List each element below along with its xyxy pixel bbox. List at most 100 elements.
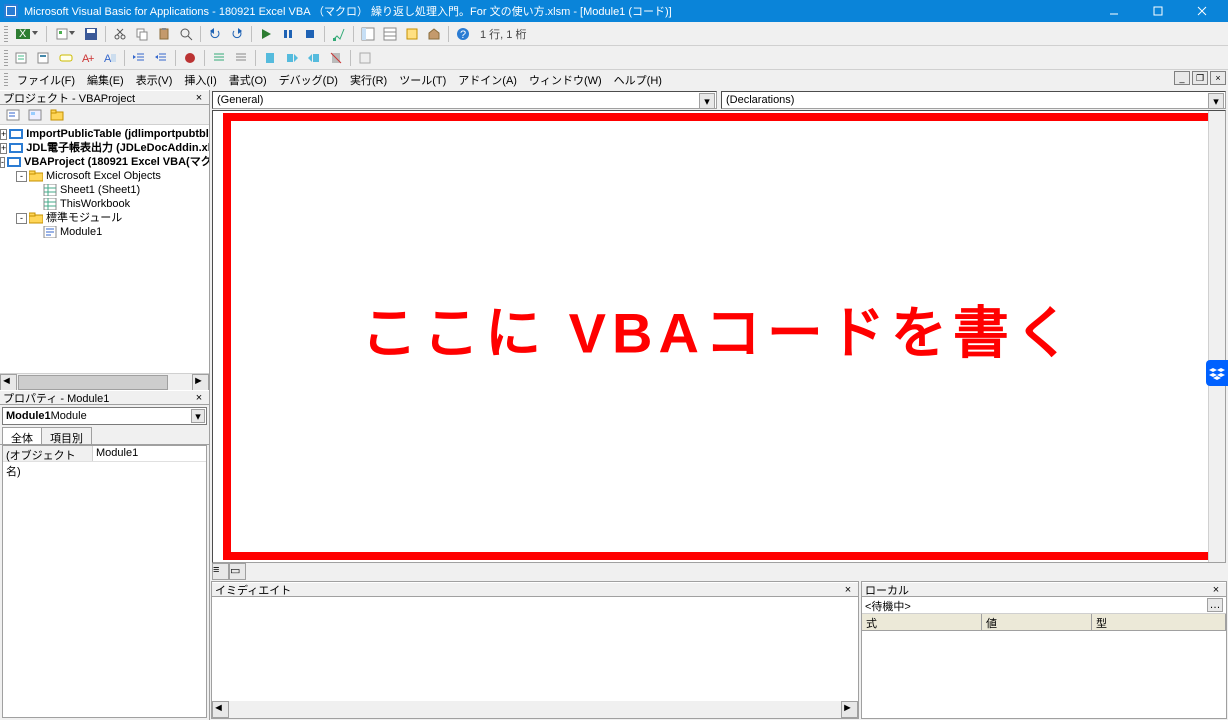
menu-insert[interactable]: 挿入(I) <box>178 70 222 90</box>
menu-tools[interactable]: ツール(T) <box>393 70 452 90</box>
project-tree-item[interactable]: -Microsoft Excel Objects <box>0 169 209 183</box>
mdi-minimize-button[interactable]: _ <box>1174 71 1190 85</box>
properties-grid[interactable]: (オブジェクト名)Module1 <box>2 445 207 718</box>
chevron-down-icon[interactable]: ▾ <box>699 93 715 109</box>
toolbar-grip[interactable] <box>4 26 8 42</box>
menu-debug[interactable]: デバッグ(D) <box>273 70 344 90</box>
view-code-button[interactable] <box>3 106 23 124</box>
quick-info-button[interactable] <box>56 48 76 68</box>
tree-collapse-button[interactable]: - <box>16 213 27 224</box>
chevron-down-icon[interactable]: ▾ <box>1208 93 1224 109</box>
immediate-textarea[interactable] <box>212 597 858 701</box>
property-value[interactable]: Module1 <box>93 446 206 461</box>
project-tree-item[interactable]: Module1 <box>0 225 209 239</box>
property-row[interactable]: (オブジェクト名)Module1 <box>3 446 206 462</box>
complete-word-button[interactable]: A <box>100 48 120 68</box>
mdi-close-button[interactable]: × <box>1210 71 1226 85</box>
find-button[interactable] <box>176 24 196 44</box>
tree-collapse-button[interactable]: - <box>16 171 27 182</box>
locals-context-combo[interactable]: <待機中> … <box>862 597 1226 614</box>
project-tree[interactable]: +ImportPublicTable (jdlimportpubtbl.xla)… <box>0 125 209 373</box>
toolbox-button[interactable] <box>424 24 444 44</box>
locals-close-button[interactable]: × <box>1209 583 1223 596</box>
project-tree-item[interactable]: +ImportPublicTable (jdlimportpubtbl.xla) <box>0 127 209 141</box>
comment-block-button[interactable] <box>209 48 229 68</box>
cut-button[interactable] <box>110 24 130 44</box>
menubar-grip[interactable] <box>4 73 8 87</box>
locals-header-type[interactable]: 型 <box>1092 614 1226 630</box>
locals-header-expression[interactable]: 式 <box>862 614 982 630</box>
project-tree-item[interactable]: -VBAProject (180921 Excel VBA(マクロ)繰り返 <box>0 155 209 169</box>
scroll-left-button[interactable]: ◄ <box>0 374 17 391</box>
list-properties-button[interactable] <box>12 48 32 68</box>
immediate-close-button[interactable]: × <box>841 583 855 596</box>
redo-button[interactable] <box>227 24 247 44</box>
next-bookmark-button[interactable] <box>282 48 302 68</box>
object-browser-button[interactable] <box>402 24 422 44</box>
indent-button[interactable] <box>129 48 149 68</box>
project-hscrollbar[interactable]: ◄ ► <box>0 373 209 390</box>
outdent-button[interactable] <box>151 48 171 68</box>
uncomment-block-button[interactable] <box>231 48 251 68</box>
paste-button[interactable] <box>154 24 174 44</box>
locals-column-headers[interactable]: 式 値 型 <box>862 614 1226 631</box>
window-minimize-button[interactable] <box>1092 0 1136 22</box>
scroll-thumb[interactable] <box>18 375 168 390</box>
dropbox-badge-icon[interactable] <box>1206 360 1228 386</box>
save-button[interactable] <box>81 24 101 44</box>
menu-help[interactable]: ヘルプ(H) <box>608 70 668 90</box>
ellipsis-icon[interactable]: … <box>1207 598 1223 612</box>
run-button[interactable] <box>256 24 276 44</box>
window-close-button[interactable] <box>1180 0 1224 22</box>
menu-view[interactable]: 表示(V) <box>130 70 179 90</box>
properties-window-button[interactable] <box>380 24 400 44</box>
menu-window[interactable]: ウィンドウ(W) <box>523 70 608 90</box>
design-mode-button[interactable] <box>329 24 349 44</box>
copy-button[interactable] <box>132 24 152 44</box>
tree-collapse-button[interactable]: - <box>0 157 5 168</box>
extra-toolbar-button[interactable] <box>355 48 375 68</box>
project-tree-item[interactable]: -標準モジュール <box>0 211 209 225</box>
project-explorer-button[interactable] <box>358 24 378 44</box>
view-object-button[interactable] <box>25 106 45 124</box>
locals-header-value[interactable]: 値 <box>982 614 1092 630</box>
menu-format[interactable]: 書式(O) <box>223 70 273 90</box>
parameter-info-button[interactable]: A+ <box>78 48 98 68</box>
properties-tab-alphabetic[interactable]: 全体 <box>2 427 42 444</box>
help-button[interactable]: ? <box>453 24 473 44</box>
properties-object-combo[interactable]: Module1 Module ▾ <box>2 407 207 425</box>
menu-file[interactable]: ファイル(F) <box>11 70 81 90</box>
toolbar-grip[interactable] <box>4 50 8 66</box>
procedure-combobox[interactable]: (Declarations) ▾ <box>721 91 1226 109</box>
toggle-bookmark-button[interactable] <box>260 48 280 68</box>
properties-close-button[interactable]: × <box>192 391 206 404</box>
mdi-restore-button[interactable]: ❐ <box>1192 71 1208 85</box>
prev-bookmark-button[interactable] <box>304 48 324 68</box>
menu-run[interactable]: 実行(R) <box>344 70 393 90</box>
project-tree-item[interactable]: +JDL電子帳表出力 (JDLeDocAddin.xla) <box>0 141 209 155</box>
view-excel-button[interactable]: X <box>12 24 42 44</box>
locals-body[interactable] <box>862 631 1226 718</box>
project-tree-item[interactable]: Sheet1 (Sheet1) <box>0 183 209 197</box>
insert-module-button[interactable] <box>51 24 79 44</box>
project-explorer-close-button[interactable]: × <box>192 91 206 104</box>
reset-button[interactable] <box>300 24 320 44</box>
project-tree-item[interactable]: ThisWorkbook <box>0 197 209 211</box>
chevron-down-icon[interactable]: ▾ <box>191 409 205 423</box>
code-hscrollbar[interactable] <box>246 563 1226 580</box>
procedure-view-button[interactable]: ≡ <box>212 563 229 580</box>
code-vscrollbar[interactable] <box>1208 111 1225 562</box>
full-module-view-button[interactable]: ▭ <box>229 563 246 580</box>
toggle-folders-button[interactable] <box>47 106 67 124</box>
toggle-breakpoint-button[interactable] <box>180 48 200 68</box>
properties-tab-categorized[interactable]: 項目別 <box>41 427 92 444</box>
object-combobox[interactable]: (General) ▾ <box>212 91 717 109</box>
clear-bookmarks-button[interactable] <box>326 48 346 68</box>
code-editor[interactable]: ここに VBAコードを書く <box>212 110 1226 563</box>
tree-expand-button[interactable]: + <box>0 143 7 154</box>
scroll-right-button[interactable]: ► <box>192 374 209 391</box>
immediate-hscrollbar[interactable]: ◄ ► <box>212 701 858 718</box>
break-button[interactable] <box>278 24 298 44</box>
tree-expand-button[interactable]: + <box>0 129 7 140</box>
menu-edit[interactable]: 編集(E) <box>81 70 130 90</box>
